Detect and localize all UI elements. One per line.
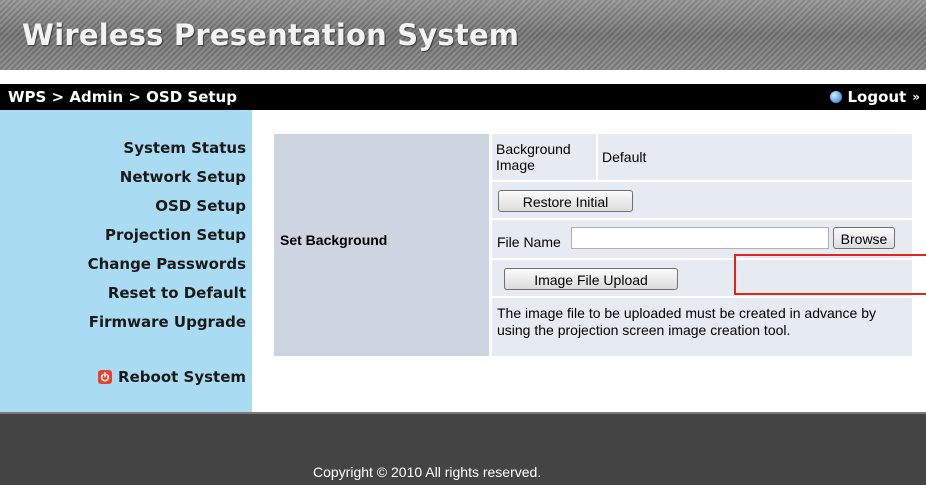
restore-initial-button[interactable]: Restore Initial: [498, 190, 633, 212]
header-banner: Wireless Presentation System: [0, 0, 926, 70]
footer-divider: [0, 412, 926, 414]
copyright-text: Copyright © 2010 All rights reserved.: [313, 464, 542, 480]
background-image-label: Background Image: [496, 141, 571, 173]
upload-note: The image file to be uploaded must be cr…: [497, 305, 877, 338]
background-image-value: Default: [602, 149, 647, 165]
main-content: Set Background Background Image Default …: [252, 110, 926, 412]
file-name-input[interactable]: [571, 227, 829, 249]
app-title: Wireless Presentation System: [22, 18, 520, 52]
browse-button[interactable]: Browse: [833, 227, 895, 249]
power-icon: [98, 370, 113, 384]
restore-row: Restore Initial: [492, 182, 912, 218]
header-gap: [0, 70, 926, 84]
upload-row: Image File Upload: [492, 260, 912, 296]
sidebar-item-network-setup[interactable]: Network Setup: [88, 163, 246, 192]
logout-bullet-icon: [830, 91, 843, 103]
sidebar-item-system-status[interactable]: System Status: [88, 134, 246, 163]
background-image-value-cell: Default: [598, 134, 912, 180]
sidebar-item-firmware-upgrade[interactable]: Firmware Upgrade: [88, 308, 246, 337]
reboot-system-link[interactable]: Reboot System: [98, 368, 246, 386]
background-image-row: Background Image Default: [492, 134, 912, 180]
sidebar-item-projection-setup[interactable]: Projection Setup: [88, 221, 246, 250]
footer: Copyright © 2010 All rights reserved.: [0, 412, 926, 485]
sidebar-item-change-passwords[interactable]: Change Passwords: [88, 250, 246, 279]
section-label: Set Background: [280, 232, 388, 248]
section-label-cell: Set Background: [274, 134, 489, 356]
sidebar-menu: System Status Network Setup OSD Setup Pr…: [88, 134, 246, 337]
note-row: The image file to be uploaded must be cr…: [492, 298, 912, 356]
background-image-label-cell: Background Image: [492, 134, 596, 180]
breadcrumb: WPS > Admin > OSD Setup: [8, 88, 237, 106]
logout-link[interactable]: Logout »: [830, 88, 920, 106]
logout-arrow-icon: »: [912, 90, 920, 104]
sidebar-item-osd-setup[interactable]: OSD Setup: [88, 192, 246, 221]
sidebar: System Status Network Setup OSD Setup Pr…: [0, 110, 252, 412]
sidebar-item-reset-to-default[interactable]: Reset to Default: [88, 279, 246, 308]
image-file-upload-button[interactable]: Image File Upload: [504, 268, 678, 290]
file-name-row: File Name Browse: [492, 220, 912, 258]
file-name-label: File Name: [497, 234, 561, 250]
top-nav-bar: WPS > Admin > OSD Setup Logout »: [0, 84, 926, 110]
logout-label: Logout: [847, 88, 907, 106]
reboot-label: Reboot System: [118, 368, 246, 386]
